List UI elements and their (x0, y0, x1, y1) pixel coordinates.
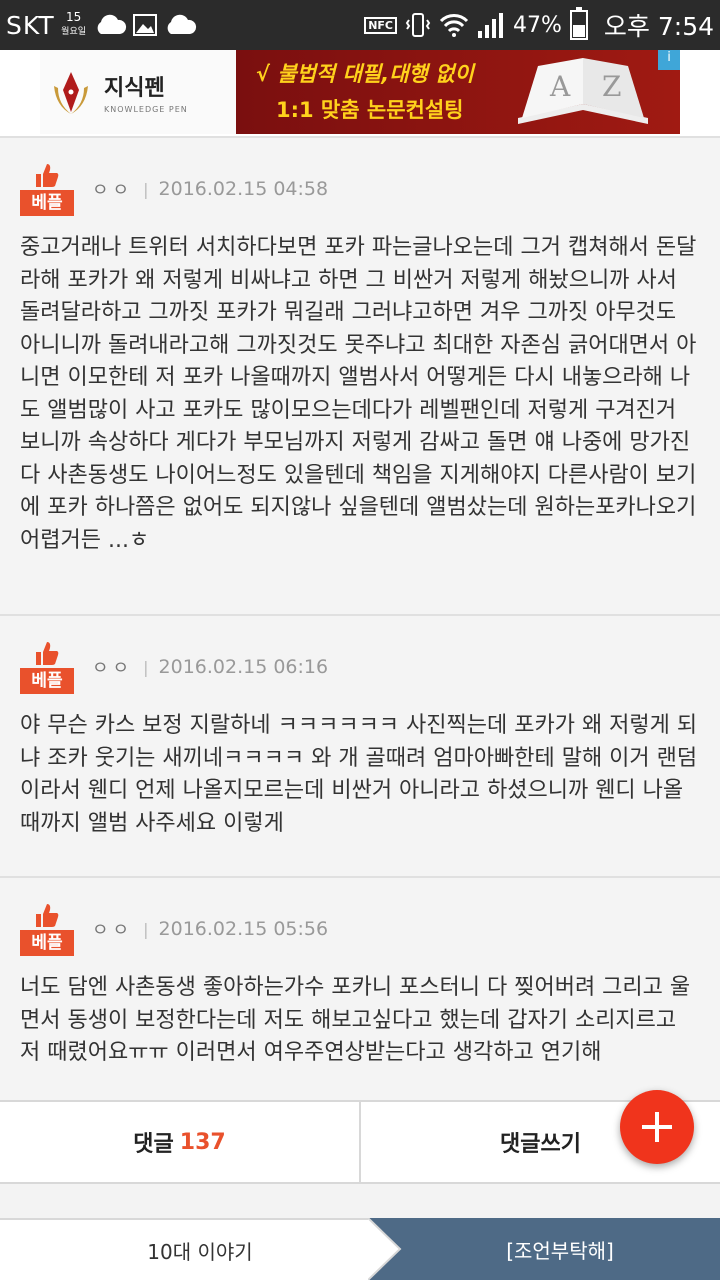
best-reply-badge: 베플 (20, 640, 74, 694)
wifi-icon (439, 12, 469, 38)
ad-message: √ 불법적 대필,대행 없이 1:1 맞춤 논문컨설팅 A Z i (236, 50, 680, 134)
svg-text:A: A (549, 70, 571, 103)
cloud-icon (93, 14, 127, 36)
comment-date: 2016.02.15 04:58 (158, 178, 329, 200)
signal-icon (477, 11, 505, 39)
comment-action-bar: 댓글 137 댓글쓰기 (0, 1100, 720, 1184)
comment-item: 베플 ㅇㅇ | 2016.02.15 04:58 중고거래나 트위터 서치하다보… (0, 136, 720, 614)
comment-header: 베플 ㅇㅇ | 2016.02.15 05:56 (20, 902, 328, 956)
ad-info-icon[interactable]: i (658, 50, 680, 70)
comment-item: 베플 ㅇㅇ | 2016.02.15 06:16 야 무슨 카스 보정 지랄하네… (0, 614, 720, 876)
comment-body: 야 무슨 카스 보정 지랄하네 ㅋㅋㅋㅋㅋㅋ 사진찍는데 포카가 왜 저렇게 되… (20, 713, 698, 836)
thumbs-up-icon (36, 904, 59, 927)
clock-ampm: 오후 (603, 12, 650, 41)
nfc-icon: NFC (364, 16, 397, 34)
battery-percent: 47% (512, 12, 562, 38)
comments-label: 댓글 (133, 1132, 174, 1157)
battery-icon (569, 7, 588, 40)
ad-logo: 지식펜 KNOWLEDGE PEN (40, 50, 236, 134)
date-weekday: 월요일 (61, 27, 87, 37)
spacer (0, 1184, 720, 1218)
carrier-name: SKT (6, 10, 55, 40)
write-comment-label: 댓글쓰기 (500, 1132, 581, 1157)
comments-count: 137 (179, 1129, 226, 1155)
best-reply-label: 베플 (20, 190, 74, 216)
best-reply-badge: 베플 (20, 162, 74, 216)
svg-text:Z: Z (602, 70, 621, 103)
divider: | (143, 179, 149, 199)
best-reply-badge: 베플 (20, 902, 74, 956)
divider: | (143, 919, 149, 939)
plus-icon (642, 1112, 672, 1142)
comment-body: 중고거래나 트위터 서치하다보면 포카 파는글나오는데 그거 캡쳐해서 돈달라해… (20, 235, 697, 553)
comment-header: 베플 ㅇㅇ | 2016.02.15 04:58 (20, 162, 328, 216)
comment-item: 베플 ㅇㅇ | 2016.02.15 05:56 너도 담엔 사촌동생 좋아하는… (0, 876, 720, 1100)
ad-brand-name: 지식펜 (104, 76, 165, 101)
date-day: 15 (65, 10, 82, 24)
breadcrumb-category[interactable]: 10대 이야기 (0, 1218, 400, 1280)
thumbs-up-icon (36, 164, 59, 187)
comments-button[interactable]: 댓글 137 (0, 1102, 359, 1182)
clock-time: 7:54 (657, 12, 714, 41)
comment-header: 베플 ㅇㅇ | 2016.02.15 06:16 (20, 640, 328, 694)
comment-date: 2016.02.15 06:16 (158, 656, 329, 678)
comment-body: 너도 담엔 사촌동생 좋아하는가수 포카니 포스터니 다 찢어버려 그리고 울면… (20, 975, 691, 1065)
status-bar: SKT 15 월요일 NFC 47% 오후 7:54 (0, 0, 720, 50)
best-reply-label: 베플 (20, 930, 74, 956)
divider: | (143, 657, 149, 677)
vibrate-icon (405, 11, 431, 39)
ad-brand-subtitle: KNOWLEDGE PEN (104, 105, 188, 114)
ad-banner[interactable]: 지식펜 KNOWLEDGE PEN √ 불법적 대필,대행 없이 1:1 맞춤 … (40, 50, 680, 134)
breadcrumb-arrow-icon (368, 1218, 402, 1280)
comment-author: ㅇㅇ (92, 180, 134, 201)
pen-nib-icon (48, 66, 94, 118)
date-indicator: 15 월요일 (61, 11, 87, 39)
gallery-icon (132, 14, 157, 36)
comment-date: 2016.02.15 05:56 (158, 918, 329, 940)
book-icon: A Z (518, 58, 648, 124)
best-reply-label: 베플 (20, 668, 74, 694)
breadcrumb-current[interactable]: [조언부탁해] (400, 1218, 720, 1280)
cloud-icon (163, 14, 197, 36)
breadcrumb: 10대 이야기 [조언부탁해] (0, 1218, 720, 1280)
clock: 오후 7:54 (604, 7, 714, 43)
thumbs-up-icon (36, 642, 59, 665)
add-fab-button[interactable] (620, 1090, 694, 1164)
ad-container: 지식펜 KNOWLEDGE PEN √ 불법적 대필,대행 없이 1:1 맞춤 … (0, 50, 720, 136)
comment-author: ㅇㅇ (92, 658, 134, 679)
comment-author: ㅇㅇ (92, 920, 134, 941)
